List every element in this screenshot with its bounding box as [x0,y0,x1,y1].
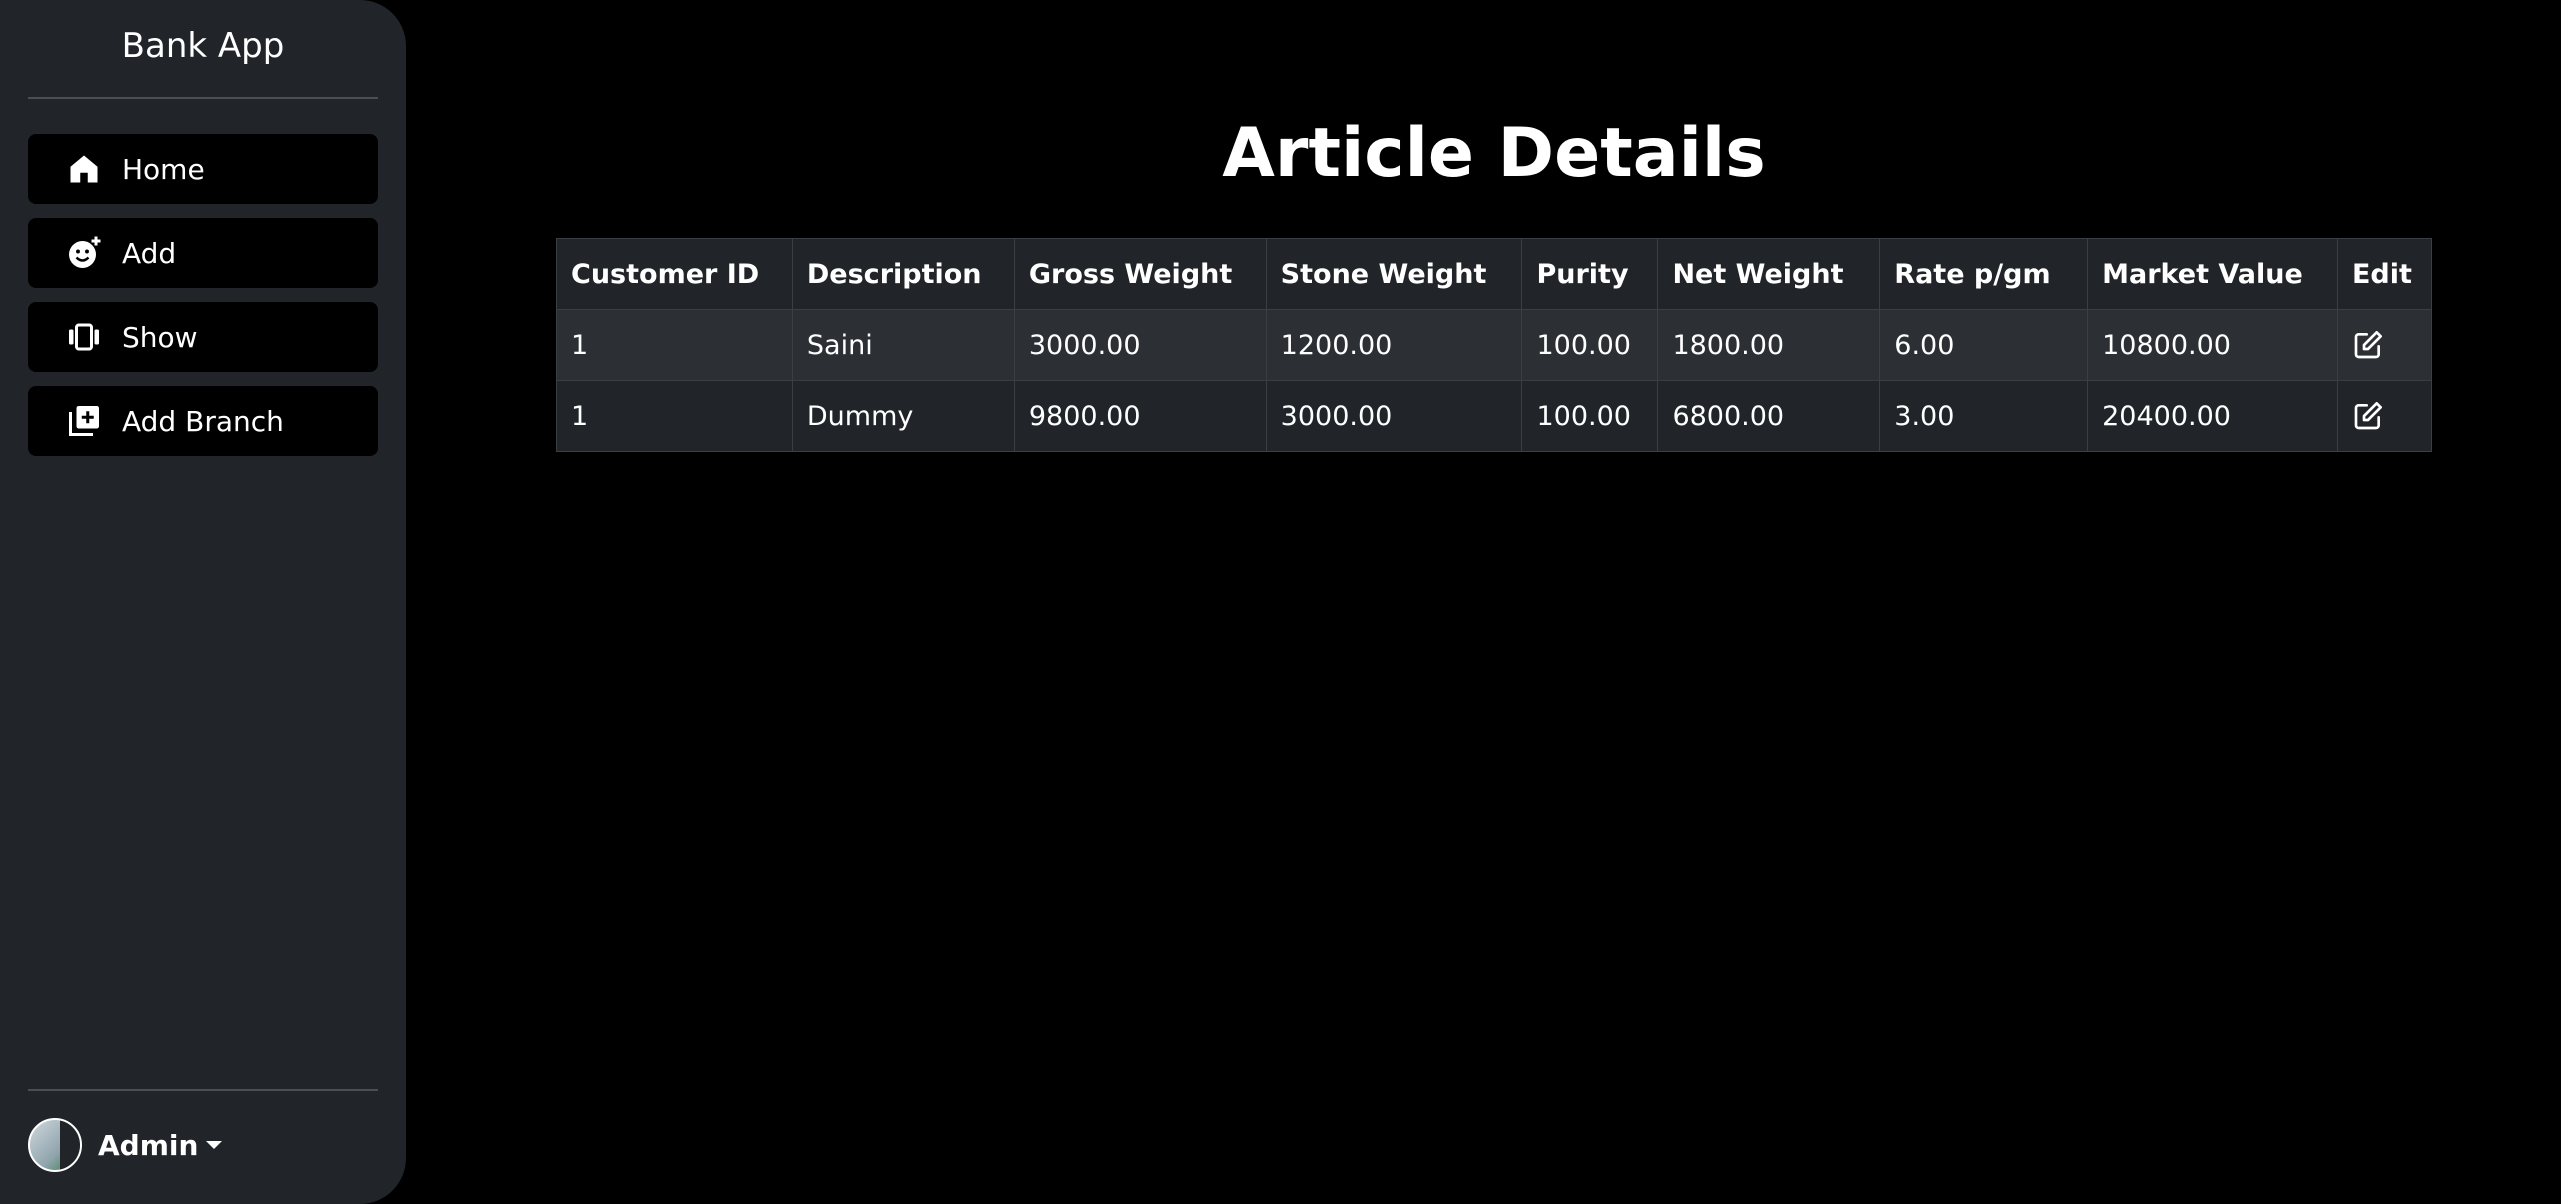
cell-market-value: 10800.00 [2087,309,2338,381]
caret-down-icon [206,1141,223,1149]
sidebar: Bank App Home Add Show Add Branch Admin [0,0,406,1204]
column-header: Stone Weight [1265,238,1523,310]
edit-icon[interactable] [2352,400,2384,432]
column-header: Gross Weight [1013,238,1267,310]
sidebar-item-label: Add Branch [122,404,284,438]
edit-icon[interactable] [2352,329,2384,361]
sidebar-item-show[interactable]: Show [28,302,378,372]
sidebar-item-add[interactable]: Add [28,218,378,288]
add-library-icon [66,403,102,439]
column-header: Rate p/gm [1879,238,2089,310]
sidebar-divider-bottom [28,1089,378,1091]
sidebar-divider-top [28,97,378,99]
brand-title[interactable]: Bank App [28,26,378,66]
cell-market-value: 20400.00 [2087,380,2338,452]
cell-customer-id: 1 [556,309,793,381]
cell-purity: 100.00 [1521,380,1659,452]
user-name: Admin [98,1128,199,1162]
column-header: Customer ID [556,238,793,310]
cell-stone-weight: 3000.00 [1265,380,1523,452]
table-row: 1 Saini 3000.00 1200.00 100.00 1800.00 6… [556,309,2433,381]
cell-rate: 6.00 [1879,309,2089,381]
column-header: Purity [1521,238,1659,310]
column-header: Description [791,238,1015,310]
user-menu-toggle[interactable]: Admin [28,1118,223,1172]
home-icon [66,151,102,187]
cell-customer-id: 1 [556,380,793,452]
column-header: Market Value [2087,238,2338,310]
cell-description: Saini [791,309,1015,381]
sidebar-item-add-branch[interactable]: Add Branch [28,386,378,456]
carousel-icon [66,319,102,355]
cell-edit [2336,309,2433,381]
sidebar-item-label: Show [122,320,198,354]
cell-net-weight: 1800.00 [1657,309,1881,381]
cell-edit [2336,380,2433,452]
cell-gross-weight: 3000.00 [1013,309,1267,381]
cell-description: Dummy [791,380,1015,452]
avatar [28,1118,82,1172]
cell-stone-weight: 1200.00 [1265,309,1523,381]
cell-gross-weight: 9800.00 [1013,380,1267,452]
emoji-add-icon [66,235,102,271]
table-header-row: Customer ID Description Gross Weight Sto… [556,238,2433,310]
column-header: Edit [2336,238,2433,310]
page-title: Article Details [1222,114,1766,193]
sidebar-item-home[interactable]: Home [28,134,378,204]
article-table: Customer ID Description Gross Weight Sto… [556,238,2433,452]
cell-rate: 3.00 [1879,380,2089,452]
cell-purity: 100.00 [1521,309,1659,381]
sidebar-item-label: Home [122,152,205,186]
sidebar-item-label: Add [122,236,177,270]
column-header: Net Weight [1657,238,1881,310]
table-row: 1 Dummy 9800.00 3000.00 100.00 6800.00 3… [556,380,2433,452]
cell-net-weight: 6800.00 [1657,380,1881,452]
